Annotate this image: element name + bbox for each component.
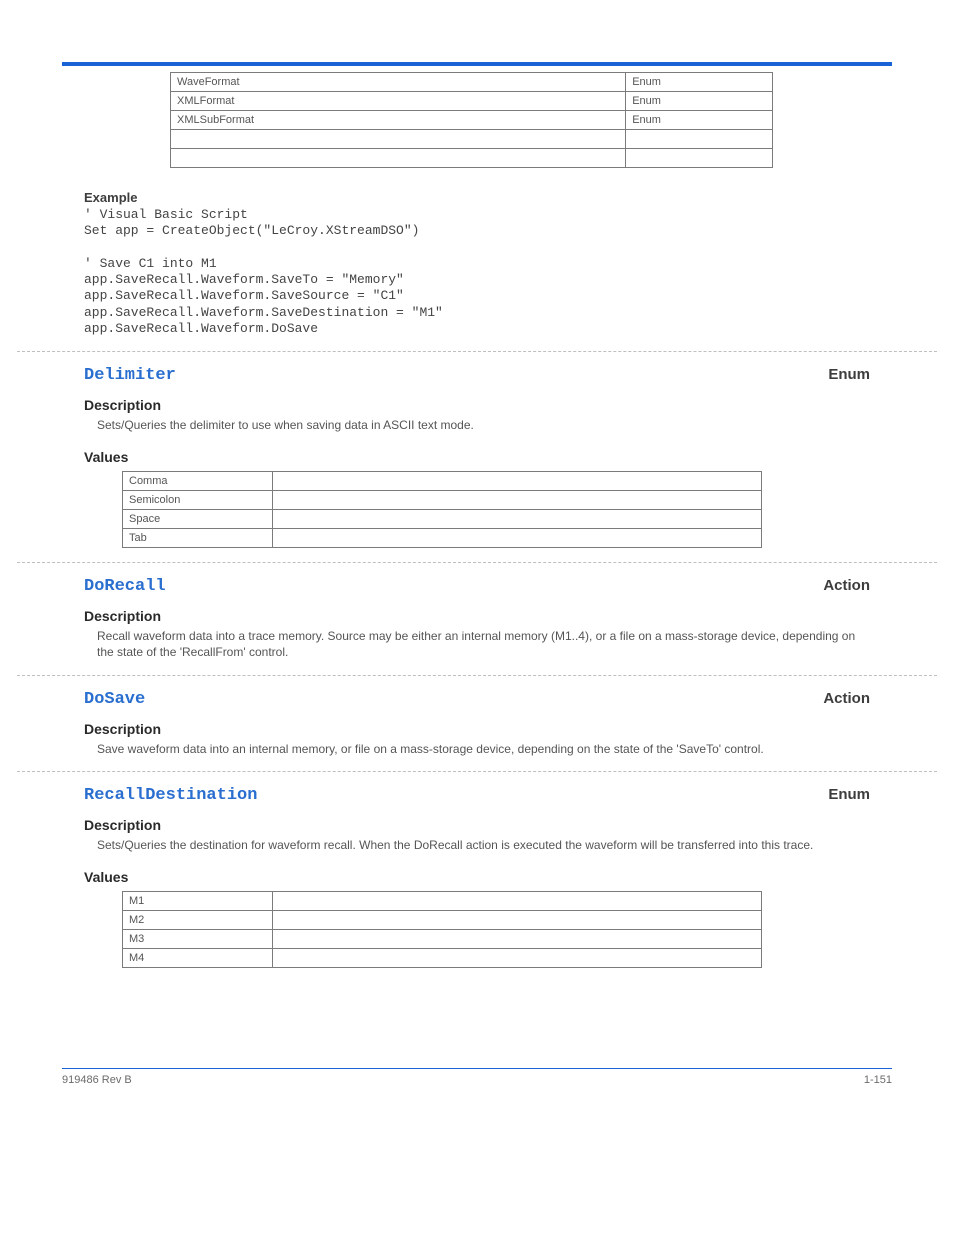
- values-table-wrap: M1 M2 M3 M4: [122, 891, 776, 968]
- section-type: Action: [823, 577, 870, 594]
- table-cell: XMLSubFormat: [171, 111, 626, 130]
- example-label: Example: [84, 190, 892, 205]
- table-row: WaveFormat Enum: [171, 73, 773, 92]
- description-text: Recall waveform data into a trace memory…: [97, 628, 870, 660]
- section-type: Enum: [828, 366, 870, 383]
- table-cell: WaveFormat: [171, 73, 626, 92]
- section-header: Delimiter Enum: [62, 366, 892, 385]
- footer-left: 919486 Rev B: [62, 1074, 132, 1086]
- section-divider: [17, 675, 937, 676]
- table-cell: [272, 910, 761, 929]
- table-row: M4: [123, 948, 762, 967]
- section-header: RecallDestination Enum: [62, 786, 892, 805]
- section-title: DoSave: [84, 690, 145, 709]
- table-row: M1: [123, 891, 762, 910]
- description-heading: Description: [84, 817, 892, 833]
- section-title: DoRecall: [84, 577, 166, 596]
- description-heading: Description: [84, 721, 892, 737]
- table-row: Comma: [123, 472, 762, 491]
- table-row: Space: [123, 510, 762, 529]
- table-row: M2: [123, 910, 762, 929]
- top-table: WaveFormat Enum XMLFormat Enum XMLSubFor…: [170, 72, 773, 168]
- values-heading: Values: [84, 449, 892, 465]
- table-cell: Enum: [626, 92, 773, 111]
- table-cell: [171, 149, 626, 168]
- table-cell: [272, 529, 761, 548]
- section-header: DoRecall Action: [62, 577, 892, 596]
- document-page: WaveFormat Enum XMLFormat Enum XMLSubFor…: [0, 0, 954, 1126]
- table-cell: M3: [123, 929, 273, 948]
- section-title: RecallDestination: [84, 786, 257, 805]
- description-text: Save waveform data into an internal memo…: [97, 741, 870, 757]
- table-cell: Comma: [123, 472, 273, 491]
- table-cell: Enum: [626, 111, 773, 130]
- values-table: M1 M2 M3 M4: [122, 891, 762, 968]
- table-cell: [272, 929, 761, 948]
- section-divider: [17, 771, 937, 772]
- values-heading: Values: [84, 869, 892, 885]
- section-title: Delimiter: [84, 366, 176, 385]
- table-row: XMLSubFormat Enum: [171, 111, 773, 130]
- table-cell: [272, 948, 761, 967]
- table-cell: Semicolon: [123, 491, 273, 510]
- table-row: XMLFormat Enum: [171, 92, 773, 111]
- top-table-wrap: WaveFormat Enum XMLFormat Enum XMLSubFor…: [62, 72, 892, 168]
- table-cell: XMLFormat: [171, 92, 626, 111]
- section-divider: [17, 351, 937, 352]
- description-heading: Description: [84, 608, 892, 624]
- section-divider: [17, 562, 937, 563]
- table-cell: M4: [123, 948, 273, 967]
- table-row: Semicolon: [123, 491, 762, 510]
- table-cell: [272, 472, 761, 491]
- table-cell: Tab: [123, 529, 273, 548]
- table-cell: [626, 149, 773, 168]
- header-rule: [62, 62, 892, 66]
- section-type: Enum: [828, 786, 870, 803]
- values-table-wrap: Comma Semicolon Space Tab: [122, 471, 776, 548]
- section-header: DoSave Action: [62, 690, 892, 709]
- table-cell: [626, 130, 773, 149]
- table-cell: [171, 130, 626, 149]
- table-row: Tab: [123, 529, 762, 548]
- table-row: [171, 149, 773, 168]
- table-cell: [272, 510, 761, 529]
- code-block: ' Visual Basic Script Set app = CreateOb…: [84, 207, 892, 337]
- table-cell: M2: [123, 910, 273, 929]
- table-cell: M1: [123, 891, 273, 910]
- table-cell: Enum: [626, 73, 773, 92]
- table-cell: Space: [123, 510, 273, 529]
- values-table: Comma Semicolon Space Tab: [122, 471, 762, 548]
- description-heading: Description: [84, 397, 892, 413]
- table-cell: [272, 891, 761, 910]
- description-text: Sets/Queries the destination for wavefor…: [97, 837, 870, 853]
- table-row: M3: [123, 929, 762, 948]
- description-text: Sets/Queries the delimiter to use when s…: [97, 417, 870, 433]
- section-type: Action: [823, 690, 870, 707]
- table-cell: [272, 491, 761, 510]
- page-footer: 919486 Rev B 1-151: [62, 1068, 892, 1086]
- footer-right: 1-151: [864, 1074, 892, 1086]
- table-row: [171, 130, 773, 149]
